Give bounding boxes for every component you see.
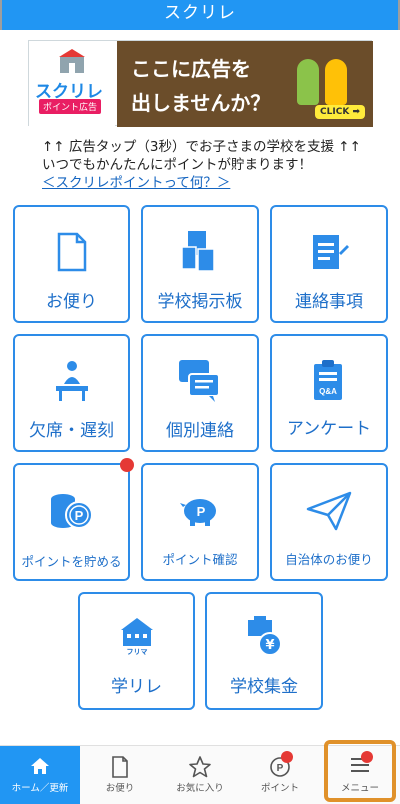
tile-label: 学校掲示板	[157, 292, 243, 312]
yen-mark: ¥	[265, 638, 274, 653]
tab-label: ホーム／更新	[11, 783, 69, 794]
tile-point-check[interactable]: P ポイント確認	[141, 463, 259, 581]
tile-label: ポイント確認	[162, 552, 238, 567]
coins-icon: P	[50, 494, 93, 529]
tile-kesseki[interactable]: 欠席・遅刻	[13, 334, 130, 452]
notice-board-icon	[181, 231, 215, 272]
tile-gakurire[interactable]: フリマ 学リレ	[78, 592, 195, 710]
clipboard-qa-icon: Q&A	[314, 360, 342, 400]
tile-label: アンケート	[286, 419, 372, 439]
tab-otayori[interactable]: お便り	[80, 746, 160, 804]
piggy-bank-icon: P	[180, 499, 216, 526]
tab-label: ポイント	[260, 783, 299, 794]
tab-home[interactable]: ホーム／更新	[0, 746, 80, 804]
notepad-icon	[313, 235, 349, 269]
ad-logo-sub: ポイント広告	[39, 99, 102, 114]
p-mark: P	[197, 504, 206, 519]
tile-label: ポイントを貯める	[21, 554, 122, 569]
tile-shukin[interactable]: ¥ 学校集金	[205, 592, 323, 710]
notification-dot	[120, 458, 134, 472]
tile-enquete[interactable]: Q&A アンケート	[270, 334, 388, 452]
tab-favorites[interactable]: お気に入り	[160, 746, 240, 804]
tile-label: 連絡事項	[295, 292, 363, 312]
ad-person-illustration	[297, 59, 319, 105]
tile-label: お便り	[46, 292, 97, 312]
tile-label: 学リレ	[111, 677, 162, 697]
tab-label: お気に入り	[176, 783, 224, 794]
ad-line-1: ここに広告を	[131, 57, 251, 81]
point-info-link[interactable]: ＜スクリレポイントって何？＞	[42, 174, 382, 192]
p-mark: P	[74, 508, 83, 523]
notice-line-1: ↑↑ 広告タップ（3秒）でお子さまの学校を支援 ↑↑	[42, 139, 361, 155]
document-icon	[112, 756, 128, 778]
paper-plane-icon	[306, 491, 352, 531]
tile-keijiban[interactable]: 学校掲示板	[141, 205, 259, 323]
ad-person-illustration	[325, 59, 347, 105]
tile-label: 個別連絡	[166, 421, 234, 441]
document-icon	[57, 232, 86, 272]
tile-label: 自治体のお便り	[285, 552, 373, 567]
qa-badge: Q&A	[319, 387, 337, 396]
chat-bubbles-icon	[179, 360, 220, 402]
school-icon	[59, 49, 85, 73]
tile-point-save[interactable]: P ポイントを貯める	[13, 463, 130, 581]
school-money-icon: ¥	[248, 616, 282, 656]
ad-banner[interactable]: スクリレ ポイント広告 ここに広告を 出しませんか？ CLICK ➡	[28, 40, 373, 127]
menu-highlight-frame	[324, 740, 396, 802]
support-notice: ↑↑ 広告タップ（3秒）でお子さまの学校を支援 ↑↑ いつでもかんたんにポイント…	[42, 138, 382, 192]
app-title: スクリレ	[164, 3, 236, 23]
ad-line-2: 出しませんか？	[131, 91, 271, 115]
ad-logo: スクリレ ポイント広告	[29, 41, 115, 127]
school-building-icon: フリマ	[120, 618, 153, 656]
tile-label: 学校集金	[230, 677, 298, 697]
app-header: スクリレ	[0, 0, 400, 30]
star-icon	[189, 756, 211, 778]
notice-line-2: いつでもかんたんにポイントが貯まります！	[42, 157, 312, 173]
tile-jichitai[interactable]: 自治体のお便り	[270, 463, 388, 581]
tile-label: 欠席・遅刻	[29, 421, 114, 441]
desk-icon	[55, 361, 88, 401]
home-icon	[31, 758, 49, 774]
tile-kobetsu[interactable]: 個別連絡	[141, 334, 259, 452]
tab-point[interactable]: P ポイント	[240, 746, 320, 804]
ad-click-badge: CLICK ➡	[315, 105, 365, 119]
flea-market-badge: フリマ	[126, 648, 147, 656]
tile-renraku[interactable]: 連絡事項	[270, 205, 388, 323]
tab-label: お便り	[105, 783, 135, 794]
tile-otayori[interactable]: お便り	[13, 205, 130, 323]
notification-dot	[281, 751, 293, 763]
p-mark: P	[277, 763, 284, 774]
